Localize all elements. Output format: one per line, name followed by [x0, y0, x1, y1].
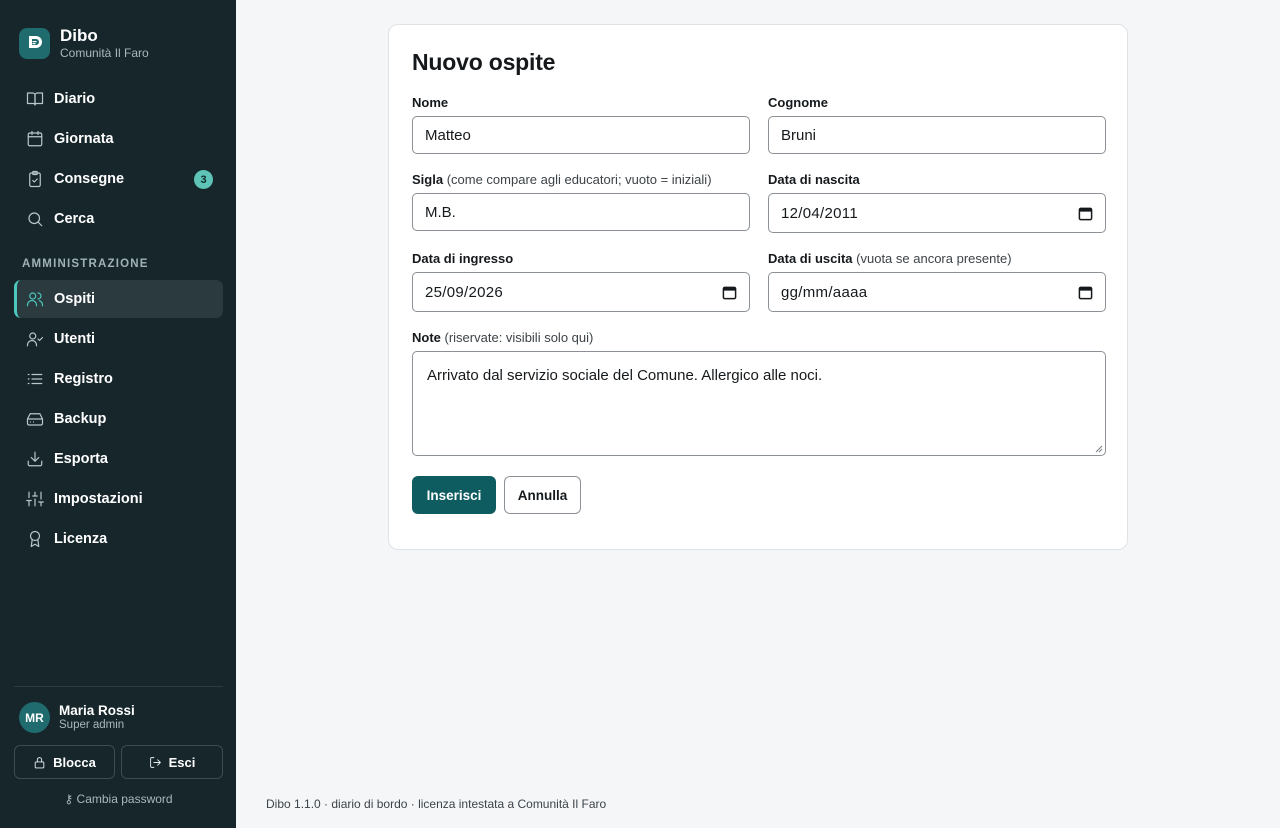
sigla-label: Sigla (come compare agli educatori; vuot…: [412, 172, 712, 187]
nav-item-label: Utenti: [54, 331, 96, 347]
data-ingresso-input[interactable]: 25/09/2026: [412, 272, 750, 312]
section-title-admin: AMMINISTRAZIONE: [22, 258, 149, 270]
calendar-picker-icon[interactable]: [1078, 206, 1093, 221]
logout-button[interactable]: Esci: [121, 745, 223, 779]
nav-item-label: Consegne: [54, 171, 125, 187]
lock-icon: [34, 756, 45, 768]
nav-item-impostazioni[interactable]: Impostazioni: [14, 480, 223, 518]
note-label: Note (riservate: visibili solo qui): [412, 330, 593, 345]
nome-input[interactable]: Matteo: [412, 116, 750, 154]
data-uscita-placeholder: gg/mm/aaaa: [781, 283, 868, 301]
calendar-icon: [26, 130, 44, 148]
data-uscita-label: Data di uscita (vuota se ancora presente…: [768, 251, 1012, 266]
data-nascita-value: 12/04/2011: [781, 204, 858, 222]
clipboard-check-icon: [26, 170, 44, 188]
note-value: Arrivato dal servizio sociale del Comune…: [427, 367, 823, 384]
logout-icon: [149, 756, 161, 768]
note-hint: (riservate: visibili solo qui): [444, 330, 594, 345]
user-check-icon: [26, 330, 44, 348]
data-uscita-label-text: Data di uscita: [768, 251, 853, 266]
nav-item-esporta[interactable]: Esporta: [14, 440, 223, 478]
nav-item-registro[interactable]: Registro: [14, 360, 223, 398]
sigla-label-text: Sigla: [412, 172, 444, 187]
users-icon: [26, 290, 44, 308]
nav-item-diario[interactable]: Diario: [14, 80, 223, 118]
change-password-label: Cambia password: [76, 792, 173, 806]
nav-item-label: Impostazioni: [54, 491, 143, 507]
nav-item-label: Diario: [54, 91, 96, 107]
page-title: Nuovo ospite: [412, 49, 556, 75]
nav-item-giornata[interactable]: Giornata: [14, 120, 223, 158]
data-uscita-hint: (vuota se ancora presente): [856, 251, 1012, 266]
user-info: MR Maria Rossi Super admin: [19, 702, 135, 733]
sidebar: Dibo Comunità Il Faro Diario Giornata Co…: [0, 0, 236, 828]
nav-item-ospiti[interactable]: Ospiti: [14, 280, 223, 318]
data-ingresso-label: Data di ingresso: [412, 251, 514, 266]
logo-icon: [19, 27, 50, 59]
award-icon: [26, 530, 44, 548]
brand[interactable]: Dibo Comunità Il Faro: [19, 27, 149, 59]
sigla-hint: (come compare agli educatori; vuoto = in…: [446, 172, 712, 187]
nav-item-label: Giornata: [54, 131, 114, 147]
calendar-picker-icon[interactable]: [722, 285, 737, 300]
nav-item-label: Registro: [54, 371, 113, 387]
nav-item-consegne[interactable]: Consegne 3: [14, 160, 223, 198]
book-icon: [26, 90, 44, 108]
count-badge: 3: [194, 170, 213, 189]
lock-button[interactable]: Blocca: [14, 745, 115, 779]
nav-item-licenza[interactable]: Licenza: [14, 520, 223, 558]
main-nav: Diario Giornata Consegne 3 Cerca AMMINIS…: [14, 80, 223, 560]
data-ingresso-value: 25/09/2026: [425, 283, 504, 301]
user-role: Super admin: [59, 718, 125, 731]
note-textarea[interactable]: Arrivato dal servizio sociale del Comune…: [412, 351, 1106, 456]
insert-button[interactable]: Inserisci: [412, 476, 496, 514]
app-name: Dibo: [60, 26, 98, 45]
user-name: Maria Rossi: [59, 703, 135, 718]
data-uscita-input[interactable]: gg/mm/aaaa: [768, 272, 1106, 312]
download-icon: [26, 450, 44, 468]
key-icon: ⚷: [64, 792, 74, 806]
new-guest-form-card: Nuovo ospite Nome Matteo Cognome Bruni S…: [388, 24, 1128, 550]
list-icon: [26, 370, 44, 388]
cancel-button[interactable]: Annulla: [504, 476, 581, 514]
hard-drive-icon: [26, 410, 44, 428]
lock-button-label: Blocca: [53, 754, 96, 770]
cognome-label: Cognome: [768, 95, 828, 110]
calendar-picker-icon[interactable]: [1078, 285, 1093, 300]
data-nascita-label: Data di nascita: [768, 172, 860, 187]
avatar: MR: [19, 702, 50, 733]
note-label-text: Note: [412, 330, 441, 345]
sigla-input[interactable]: M.B.: [412, 193, 750, 231]
nav-item-label: Backup: [54, 411, 107, 427]
search-icon: [26, 210, 44, 228]
footer-text: Dibo 1.1.0 · diario di bordo · licenza i…: [266, 797, 607, 811]
community-name: Comunità Il Faro: [60, 46, 149, 60]
nav-item-label: Esporta: [54, 451, 108, 467]
nav-item-backup[interactable]: Backup: [14, 400, 223, 438]
nav-item-label: Ospiti: [54, 291, 96, 307]
nav-item-cerca[interactable]: Cerca: [14, 200, 223, 238]
sliders-icon: [26, 490, 44, 508]
resize-handle-icon[interactable]: [1094, 444, 1103, 453]
nav-item-utenti[interactable]: Utenti: [14, 320, 223, 358]
cognome-input[interactable]: Bruni: [768, 116, 1106, 154]
data-nascita-input[interactable]: 12/04/2011: [768, 193, 1106, 233]
nome-label: Nome: [412, 95, 449, 110]
sidebar-divider: [14, 686, 223, 687]
nav-item-label: Cerca: [54, 211, 95, 227]
nav-item-label: Licenza: [54, 531, 108, 547]
logout-button-label: Esci: [168, 754, 196, 770]
change-password-link[interactable]: ⚷ Cambia password: [14, 792, 223, 806]
